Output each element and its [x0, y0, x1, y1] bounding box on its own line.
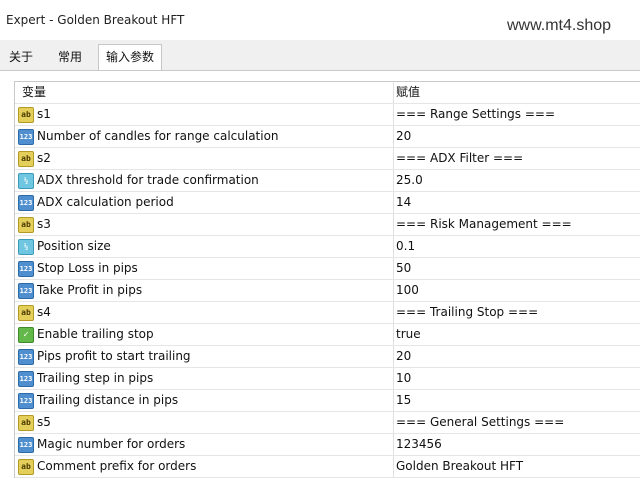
- parameter-value-cell[interactable]: 100: [394, 280, 640, 301]
- parameter-value-cell[interactable]: 15: [394, 390, 640, 411]
- integer-type-icon: 123: [18, 349, 34, 365]
- column-header-variable[interactable]: 变量: [15, 82, 394, 103]
- watermark-text: www.mt4.shop: [507, 17, 612, 34]
- parameter-name: Stop Loss in pips: [37, 261, 138, 275]
- parameter-name: Enable trailing stop: [37, 327, 154, 341]
- parameter-value-cell[interactable]: 25.0: [394, 170, 640, 191]
- parameter-value-cell[interactable]: === ADX Filter ===: [394, 148, 640, 169]
- parameter-name-cell[interactable]: ab s4: [15, 302, 394, 323]
- parameter-value-cell[interactable]: 50: [394, 258, 640, 279]
- tab-bar: 关于 常用 输入参数: [0, 44, 640, 72]
- parameter-value-cell[interactable]: === Trailing Stop ===: [394, 302, 640, 323]
- parameter-value-cell[interactable]: Golden Breakout HFT: [394, 456, 640, 477]
- parameter-name-cell[interactable]: ½ ADX threshold for trade confirmation: [15, 170, 394, 191]
- parameter-name-cell[interactable]: 123 Take Profit in pips: [15, 280, 394, 301]
- parameter-name: s4: [37, 305, 51, 319]
- parameter-value-cell[interactable]: 20: [394, 346, 640, 367]
- parameter-value-cell[interactable]: === General Settings ===: [394, 412, 640, 433]
- string-type-icon: ab: [18, 151, 34, 167]
- double-type-icon: ½: [18, 239, 34, 255]
- inputs-panel: 变量 赋值 ab s1 === Range Settings === 123 Numbe…: [0, 70, 640, 481]
- table-row[interactable]: 123 Trailing distance in pips 15: [15, 390, 640, 412]
- integer-type-icon: 123: [18, 283, 34, 299]
- parameter-value-cell[interactable]: === Range Settings ===: [394, 104, 640, 125]
- parameter-value-cell[interactable]: 20: [394, 126, 640, 147]
- parameter-name-cell[interactable]: ab s3: [15, 214, 394, 235]
- string-type-icon: ab: [18, 107, 34, 123]
- column-header-value[interactable]: 赋值: [394, 82, 640, 103]
- parameter-name: ADX threshold for trade confirmation: [37, 173, 259, 187]
- parameter-name-cell[interactable]: 123 ADX calculation period: [15, 192, 394, 213]
- parameter-name: Magic number for orders: [37, 437, 186, 451]
- table-row[interactable]: ab Comment prefix for orders Golden Breako…: [15, 456, 640, 478]
- window-title: Expert - Golden Breakout HFT: [6, 13, 185, 27]
- parameter-name-cell[interactable]: ½ Position size: [15, 236, 394, 257]
- parameter-name-cell[interactable]: 123 Magic number for orders: [15, 434, 394, 455]
- parameter-name: Comment prefix for orders: [37, 459, 197, 473]
- string-type-icon: ab: [18, 217, 34, 233]
- title-bar: Expert - Golden Breakout HFT www.mt4.sho…: [0, 0, 640, 40]
- table-row[interactable]: ✓ Enable trailing stop true: [15, 324, 640, 346]
- table-row[interactable]: 123 ADX calculation period 14: [15, 192, 640, 214]
- table-row[interactable]: ½ ADX threshold for trade confirmation 25.…: [15, 170, 640, 192]
- string-type-icon: ab: [18, 415, 34, 431]
- parameter-name: Number of candles for range calculation: [37, 129, 279, 143]
- table-row[interactable]: 123 Stop Loss in pips 50: [15, 258, 640, 280]
- integer-type-icon: 123: [18, 261, 34, 277]
- table-row[interactable]: ab s4 === Trailing Stop ===: [15, 302, 640, 324]
- parameter-value-cell[interactable]: 10: [394, 368, 640, 389]
- integer-type-icon: 123: [18, 437, 34, 453]
- parameter-name: Trailing step in pips: [37, 371, 154, 385]
- parameter-name: Trailing distance in pips: [37, 393, 179, 407]
- parameter-name-cell[interactable]: ab Comment prefix for orders: [15, 456, 394, 477]
- integer-type-icon: 123: [18, 371, 34, 387]
- parameter-value-cell[interactable]: === Risk Management ===: [394, 214, 640, 235]
- parameter-name-cell[interactable]: 123 Trailing step in pips: [15, 368, 394, 389]
- parameter-name: s5: [37, 415, 51, 429]
- parameter-name: s1: [37, 107, 51, 121]
- integer-type-icon: 123: [18, 195, 34, 211]
- bool-type-icon: ✓: [18, 327, 34, 343]
- parameter-name-cell[interactable]: ab s2: [15, 148, 394, 169]
- tab-about[interactable]: 关于: [2, 46, 40, 69]
- parameter-name-cell[interactable]: 123 Trailing distance in pips: [15, 390, 394, 411]
- parameter-value-cell[interactable]: 123456: [394, 434, 640, 455]
- parameter-name-cell[interactable]: 123 Number of candles for range calculati…: [15, 126, 394, 147]
- parameter-value-cell[interactable]: true: [394, 324, 640, 345]
- parameter-name: Take Profit in pips: [37, 283, 143, 297]
- string-type-icon: ab: [18, 459, 34, 475]
- parameter-value-cell[interactable]: 0.1: [394, 236, 640, 257]
- integer-type-icon: 123: [18, 129, 34, 145]
- parameter-value-cell[interactable]: 14: [394, 192, 640, 213]
- table-row[interactable]: ab s5 === General Settings ===: [15, 412, 640, 434]
- table-row[interactable]: ab s2 === ADX Filter ===: [15, 148, 640, 170]
- tab-inputs[interactable]: 输入参数: [98, 44, 162, 72]
- parameter-name-cell[interactable]: ab s1: [15, 104, 394, 125]
- table-row[interactable]: ab s3 === Risk Management ===: [15, 214, 640, 236]
- table-row[interactable]: 123 Magic number for orders 123456: [15, 434, 640, 456]
- integer-type-icon: 123: [18, 393, 34, 409]
- parameter-name-cell[interactable]: ✓ Enable trailing stop: [15, 324, 394, 345]
- tab-common[interactable]: 常用: [48, 46, 92, 69]
- parameter-name: ADX calculation period: [37, 195, 174, 209]
- parameter-name: Position size: [37, 239, 111, 253]
- parameter-name-cell[interactable]: 123 Pips profit to start trailing: [15, 346, 394, 367]
- table-header: 变量 赋值: [15, 82, 640, 104]
- table-row[interactable]: 123 Number of candles for range calculati…: [15, 126, 640, 148]
- parameter-name-cell[interactable]: 123 Stop Loss in pips: [15, 258, 394, 279]
- table-row[interactable]: ½ Position size 0.1: [15, 236, 640, 258]
- table-row[interactable]: 123 Pips profit to start trailing 20: [15, 346, 640, 368]
- string-type-icon: ab: [18, 305, 34, 321]
- parameter-name: s3: [37, 217, 51, 231]
- table-row[interactable]: ab s1 === Range Settings ===: [15, 104, 640, 126]
- double-type-icon: ½: [18, 173, 34, 189]
- parameter-name: Pips profit to start trailing: [37, 349, 191, 363]
- parameter-name: s2: [37, 151, 51, 165]
- parameters-table: 变量 赋值 ab s1 === Range Settings === 123 Numbe…: [14, 81, 640, 478]
- table-row[interactable]: 123 Trailing step in pips 10: [15, 368, 640, 390]
- table-row[interactable]: 123 Take Profit in pips 100: [15, 280, 640, 302]
- parameter-name-cell[interactable]: ab s5: [15, 412, 394, 433]
